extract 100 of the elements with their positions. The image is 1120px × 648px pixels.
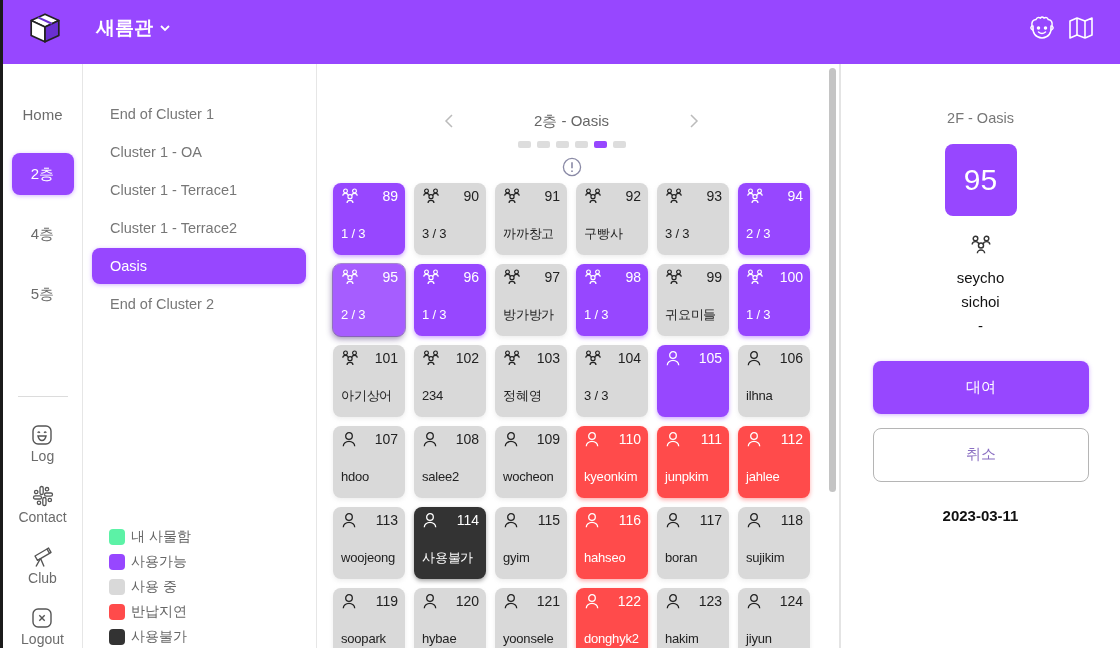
nav-link[interactable]: Contact: [18, 485, 67, 525]
locker-cell[interactable]: 118 sujikim: [738, 507, 810, 579]
locker-cell[interactable]: 113 woojeong: [333, 507, 405, 579]
locker-cell[interactable]: 116 hahseo: [576, 507, 648, 579]
cluster-item[interactable]: Cluster 1 - Terrace2: [92, 210, 306, 246]
locker-label: 2 / 3: [746, 226, 772, 242]
person-icon: [584, 431, 600, 447]
nav-link[interactable]: Club: [28, 546, 57, 586]
legend-label: 사용불가: [131, 628, 187, 646]
nav-item[interactable]: 2층: [11, 153, 74, 195]
locker-number: 91: [544, 188, 560, 204]
locker-cell[interactable]: 124 jiyun: [738, 588, 810, 648]
cluster-item[interactable]: End of Cluster 2: [92, 286, 306, 322]
locker-number: 113: [375, 512, 398, 528]
locker-label: donghyk2: [584, 631, 640, 647]
person-icon: [746, 512, 762, 528]
locker-cell[interactable]: 93 3 / 3: [657, 183, 729, 255]
locker-cell[interactable]: 108 salee2: [414, 426, 486, 498]
locker-number: 118: [780, 512, 803, 528]
alert-icon[interactable]: [561, 157, 582, 177]
locker-cell[interactable]: 114 사용불가: [414, 507, 486, 579]
nav-item[interactable]: 5층: [11, 273, 74, 315]
locker-cell[interactable]: 117 boran: [657, 507, 729, 579]
locker-number: 120: [455, 593, 479, 609]
locker-cell[interactable]: 99 귀요미들: [657, 264, 729, 336]
locker-cell[interactable]: 90 3 / 3: [414, 183, 486, 255]
locker-cell[interactable]: 96 1 / 3: [414, 264, 486, 336]
locker-cell[interactable]: 101 아기상어: [333, 345, 405, 417]
hash-icon: [31, 485, 54, 507]
rent-button[interactable]: 대여: [872, 360, 1089, 414]
locker-number: 123: [698, 593, 722, 609]
locker-cell[interactable]: 120 hybae: [414, 588, 486, 648]
locker-cell[interactable]: 107 hdoo: [333, 426, 405, 498]
cancel-button[interactable]: 취소: [872, 427, 1089, 482]
cluster-item[interactable]: Cluster 1 - OA: [92, 134, 306, 170]
locker-cell[interactable]: 112 jahlee: [738, 426, 810, 498]
locker-cell[interactable]: 91 까까창고: [495, 183, 567, 255]
locker-cell[interactable]: 111 junpkim: [657, 426, 729, 498]
locker-number: 99: [706, 269, 722, 285]
locker-cell[interactable]: 98 1 / 3: [576, 264, 648, 336]
locker-label: 1 / 3: [746, 307, 772, 323]
locker-label: 1 / 3: [584, 307, 610, 323]
locker-cell[interactable]: 105: [657, 345, 729, 417]
chevron-right-icon[interactable]: [689, 113, 700, 129]
locker-label: 234: [422, 388, 445, 404]
chevron-left-icon[interactable]: [443, 113, 454, 129]
locker-cell[interactable]: 104 3 / 3: [576, 345, 648, 417]
locker-label: 1 / 3: [422, 307, 448, 323]
locker-cell[interactable]: 100 1 / 3: [738, 264, 810, 336]
scrollbar-thumb[interactable]: [829, 68, 836, 492]
person-icon: [746, 593, 762, 609]
locker-cell[interactable]: 109 wocheon: [495, 426, 567, 498]
person-icon: [503, 593, 519, 609]
locker-number: 115: [537, 512, 560, 528]
locker-label: wocheon: [503, 469, 555, 485]
nav-link[interactable]: Log: [30, 424, 55, 464]
group-icon: [341, 268, 359, 286]
map-icon[interactable]: [1068, 16, 1094, 40]
locker-cell[interactable]: 106 ilhna: [738, 345, 810, 417]
locker-cell[interactable]: 89 1 / 3: [333, 183, 405, 255]
nav-item[interactable]: 4층: [11, 213, 74, 255]
locker-number: 111: [700, 431, 722, 447]
cluster-item[interactable]: Oasis: [92, 248, 306, 284]
locker-number: 110: [618, 431, 641, 447]
locker-cell[interactable]: 115 gyim: [495, 507, 567, 579]
cube-logo-icon[interactable]: [28, 11, 62, 45]
locker-label: jiyun: [746, 631, 773, 647]
locker-cell[interactable]: 110 kyeonkim: [576, 426, 648, 498]
group-icon: [584, 349, 602, 367]
section-title: 2층 - Oasis: [534, 111, 609, 131]
locker-cell[interactable]: 102 234: [414, 345, 486, 417]
locker-number: 95: [382, 269, 398, 285]
face-icon[interactable]: [1028, 15, 1056, 41]
building-dropdown[interactable]: 새롬관: [96, 15, 171, 41]
group-icon: [422, 268, 440, 286]
person-icon: [584, 593, 600, 609]
locker-cell[interactable]: 122 donghyk2: [576, 588, 648, 648]
group-icon: [584, 268, 602, 286]
person-icon: [746, 431, 762, 447]
locker-cell[interactable]: 95 2 / 3: [333, 264, 405, 336]
locker-cell[interactable]: 103 정혜영: [495, 345, 567, 417]
locker-label: 귀요미들: [665, 307, 718, 323]
locker-number: 116: [618, 512, 641, 528]
locker-number: 108: [455, 431, 479, 447]
locker-label: soopark: [341, 631, 387, 647]
nav-item[interactable]: Home: [11, 93, 74, 135]
locker-cell[interactable]: 92 구빵사: [576, 183, 648, 255]
locker-cell[interactable]: 123 hakim: [657, 588, 729, 648]
user-name: -: [978, 315, 983, 336]
locker-cell[interactable]: 94 2 / 3: [738, 183, 810, 255]
legend-label: 내 사물함: [131, 528, 191, 546]
cluster-item[interactable]: End of Cluster 1: [92, 96, 306, 132]
locker-cell[interactable]: 121 yoonsele: [495, 588, 567, 648]
cluster-item[interactable]: Cluster 1 - Terrace1: [92, 172, 306, 208]
locker-cell[interactable]: 97 방가방가: [495, 264, 567, 336]
locker-number: 98: [625, 269, 641, 285]
nav-link[interactable]: Logout: [21, 607, 64, 647]
locker-label: hdoo: [341, 469, 371, 485]
locker-cell[interactable]: 119 soopark: [333, 588, 405, 648]
person-icon: [503, 512, 519, 528]
